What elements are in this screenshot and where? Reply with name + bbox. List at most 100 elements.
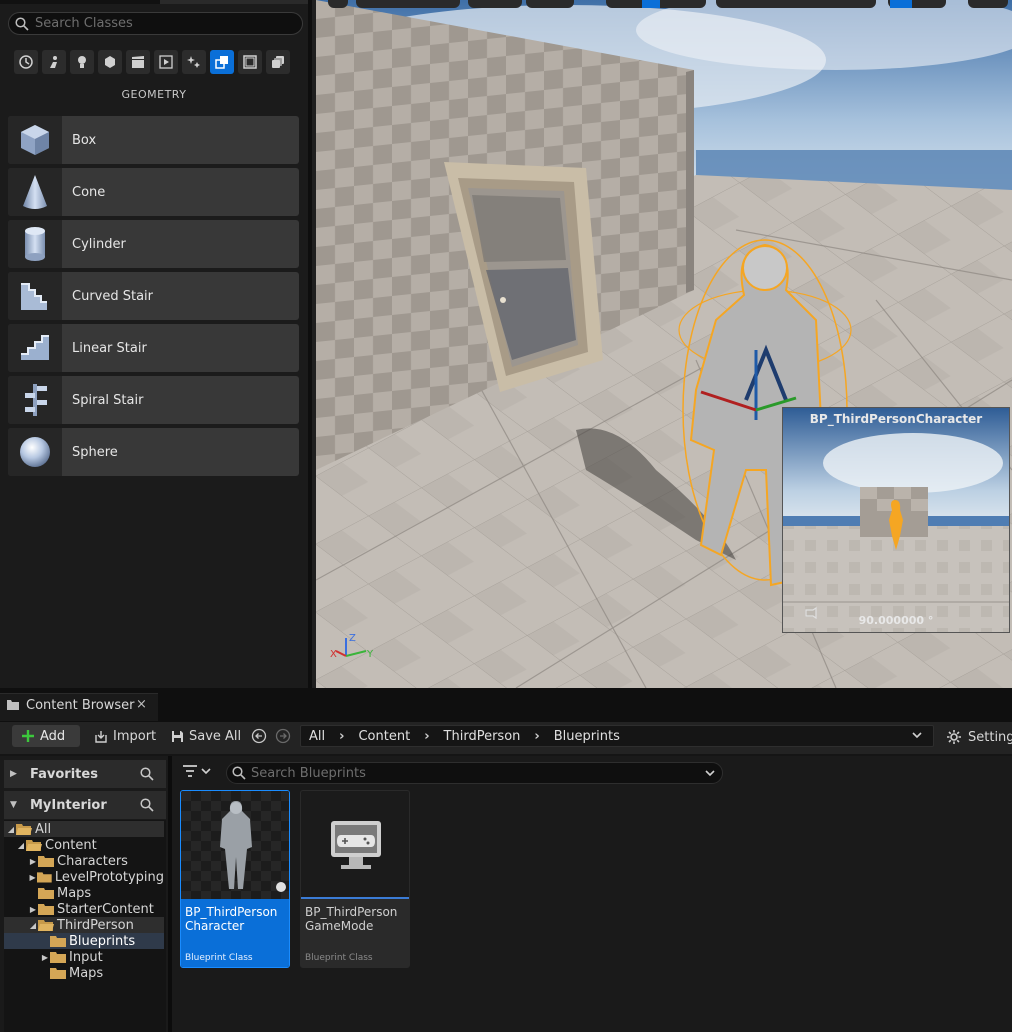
- forward-arrow-icon[interactable]: [275, 728, 291, 744]
- expanded-arrow-icon[interactable]: ◢: [16, 841, 26, 850]
- class-search-box[interactable]: [8, 12, 303, 35]
- search-icon[interactable]: [140, 767, 154, 781]
- content-browser-tab-label: Content Browser: [26, 698, 135, 713]
- actor-item-cone[interactable]: Cone: [8, 168, 299, 216]
- show-button[interactable]: [526, 0, 574, 8]
- effects-filter-button[interactable]: [182, 50, 206, 74]
- chevron-right-icon[interactable]: ›: [339, 729, 344, 744]
- filter-icon: [183, 765, 197, 777]
- asset-info: BP_ThirdPerson GameMode Blueprint Class: [301, 899, 409, 967]
- gamemode-thumbnail: [301, 791, 409, 899]
- select-tool-active[interactable]: [642, 0, 660, 8]
- project-label: MyInterior: [30, 797, 107, 813]
- cinematic-filter-button[interactable]: [126, 50, 150, 74]
- filter-dropdown-button[interactable]: [182, 764, 211, 778]
- actor-item-spiral-stair[interactable]: Spiral Stair: [8, 376, 299, 424]
- lights-filter-button[interactable]: [70, 50, 94, 74]
- tree-item-label: Content: [45, 837, 97, 853]
- asset-search-box[interactable]: [226, 762, 723, 784]
- actor-item-linear-stair[interactable]: Linear Stair: [8, 324, 299, 372]
- save-all-button-label: Save All: [189, 729, 242, 744]
- expanded-arrow-icon: ▼: [10, 800, 17, 810]
- asset-tile-bp-thirdperson-gamemode[interactable]: BP_ThirdPerson GameMode Blueprint Class: [300, 790, 410, 968]
- tree-item-label: StarterContent: [57, 901, 154, 917]
- favorites-label: Favorites: [30, 766, 98, 782]
- tree-item-levelprototyping[interactable]: ▶ LevelPrototyping: [4, 869, 165, 885]
- asset-info: BP_ThirdPerson Character Blueprint Class: [181, 899, 289, 967]
- folder-icon: [50, 952, 66, 963]
- cone-icon: [23, 175, 47, 209]
- chevron-right-icon[interactable]: ›: [424, 729, 429, 744]
- shapes-filter-button[interactable]: [98, 50, 122, 74]
- tree-item-input[interactable]: ▶ Input: [4, 949, 164, 965]
- save-all-button[interactable]: Save All: [171, 729, 241, 744]
- expanded-arrow-icon[interactable]: ◢: [28, 921, 38, 930]
- tree-item-label: Characters: [57, 853, 128, 869]
- chevron-down-icon[interactable]: [704, 767, 716, 779]
- expanded-arrow-icon[interactable]: ◢: [6, 825, 16, 834]
- breadcrumb-item[interactable]: All: [309, 729, 325, 744]
- collapsed-arrow-icon[interactable]: ▶: [28, 873, 37, 882]
- volumes-filter-button[interactable]: [238, 50, 262, 74]
- tree-item-startercontent[interactable]: ▶ StarterContent: [4, 901, 164, 917]
- gear-icon: [947, 730, 961, 744]
- basic-filter-button[interactable]: [42, 50, 66, 74]
- perspective-button[interactable]: [356, 0, 460, 8]
- project-section-header[interactable]: ▼ MyInterior: [4, 791, 166, 819]
- close-tab-button[interactable]: ×: [136, 697, 147, 712]
- visual-effects-filter-button[interactable]: [154, 50, 178, 74]
- tree-item-maps[interactable]: Maps: [4, 885, 164, 901]
- breadcrumb-item[interactable]: Blueprints: [554, 729, 620, 744]
- search-icon[interactable]: [140, 798, 154, 812]
- recent-filter-button[interactable]: [14, 50, 38, 74]
- actor-item-sphere[interactable]: Sphere: [8, 428, 299, 476]
- breadcrumb-item[interactable]: ThirdPerson: [444, 729, 521, 744]
- tree-item-content[interactable]: ◢ Content: [4, 837, 164, 853]
- tree-item-characters[interactable]: ▶ Characters: [4, 853, 164, 869]
- actor-item-label: Curved Stair: [72, 288, 154, 304]
- breadcrumb-item[interactable]: Content: [358, 729, 410, 744]
- box-icon: [21, 125, 49, 155]
- geometry-filter-button[interactable]: [210, 50, 234, 74]
- sparkle-icon: [187, 56, 200, 68]
- chevron-right-icon[interactable]: ›: [534, 729, 539, 744]
- all-classes-filter-button[interactable]: [266, 50, 290, 74]
- settings-button[interactable]: Settings: [946, 729, 1012, 745]
- favorites-section-header[interactable]: ▶ Favorites: [4, 760, 166, 788]
- actor-basic-icon: [50, 56, 57, 68]
- content-browser-icon: [7, 700, 19, 710]
- chevron-down-icon[interactable]: [911, 729, 923, 741]
- class-search-input[interactable]: [35, 15, 295, 32]
- asset-type: Blueprint Class: [305, 953, 373, 963]
- collapsed-arrow-icon[interactable]: ▶: [28, 857, 38, 866]
- import-button[interactable]: Import: [94, 729, 156, 744]
- tree-item-blueprints[interactable]: Blueprints: [4, 933, 164, 949]
- snap-controls[interactable]: [716, 0, 876, 8]
- view-mode-button[interactable]: [468, 0, 522, 8]
- folder-icon: [37, 872, 52, 883]
- tree-item-maps-2[interactable]: Maps: [4, 965, 164, 981]
- actor-filter-row: [14, 50, 290, 74]
- cylinder-icon: [25, 227, 45, 261]
- asset-type: Blueprint Class: [185, 953, 253, 963]
- tree-item-all[interactable]: ◢ All: [4, 821, 164, 837]
- open-folder-icon: [26, 840, 42, 851]
- back-arrow-icon[interactable]: [251, 728, 267, 744]
- collapsed-arrow-icon[interactable]: ▶: [28, 905, 38, 914]
- add-button-label: Add: [40, 728, 66, 744]
- clapperboard-icon: [132, 56, 144, 68]
- tree-item-thirdperson[interactable]: ◢ ThirdPerson: [4, 917, 164, 933]
- collapsed-arrow-icon: ▶: [10, 769, 17, 779]
- tree-item-label: Maps: [69, 965, 104, 981]
- actor-item-box[interactable]: Box: [8, 116, 299, 164]
- asset-tile-bp-thirdperson-character[interactable]: BP_ThirdPerson Character Blueprint Class: [180, 790, 290, 968]
- viewport-options-button[interactable]: [968, 0, 1008, 8]
- search-icon: [232, 766, 246, 780]
- actor-item-cylinder[interactable]: Cylinder: [8, 220, 299, 268]
- viewport-menu-button[interactable]: [328, 0, 348, 8]
- collapsed-arrow-icon[interactable]: ▶: [40, 953, 50, 962]
- actor-item-curved-stair[interactable]: Curved Stair: [8, 272, 299, 320]
- add-button[interactable]: Add: [12, 725, 80, 747]
- asset-search-input[interactable]: [251, 764, 691, 782]
- camera-fov-readout: 90.000000 °: [858, 614, 934, 627]
